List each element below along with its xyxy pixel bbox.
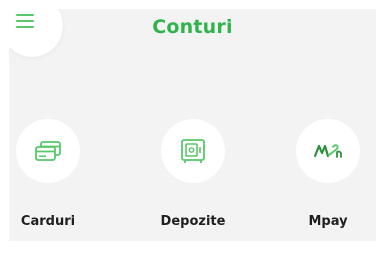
mpay-icon-circle	[296, 119, 360, 183]
safe-icon	[181, 139, 205, 163]
depozite-icon-circle	[161, 119, 225, 183]
carduri-icon-circle	[16, 119, 80, 183]
page-title: Conturi	[152, 16, 233, 38]
account-tile-carduri[interactable]: Carduri	[9, 119, 103, 229]
account-tile-label: Mpay	[308, 214, 348, 229]
account-tile-mpay[interactable]: Mpay	[273, 119, 376, 229]
account-tile-label: Depozite	[160, 214, 226, 229]
account-tile-label: Carduri	[20, 214, 76, 229]
accounts-panel: Conturi Carduri Depozite Mpay	[9, 9, 376, 241]
mpay-logo-icon	[313, 144, 342, 158]
credit-cards-icon	[35, 141, 61, 161]
accounts-screen: Conturi Carduri Depozite Mpay	[0, 0, 385, 262]
account-tile-depozite[interactable]: Depozite	[138, 119, 248, 229]
